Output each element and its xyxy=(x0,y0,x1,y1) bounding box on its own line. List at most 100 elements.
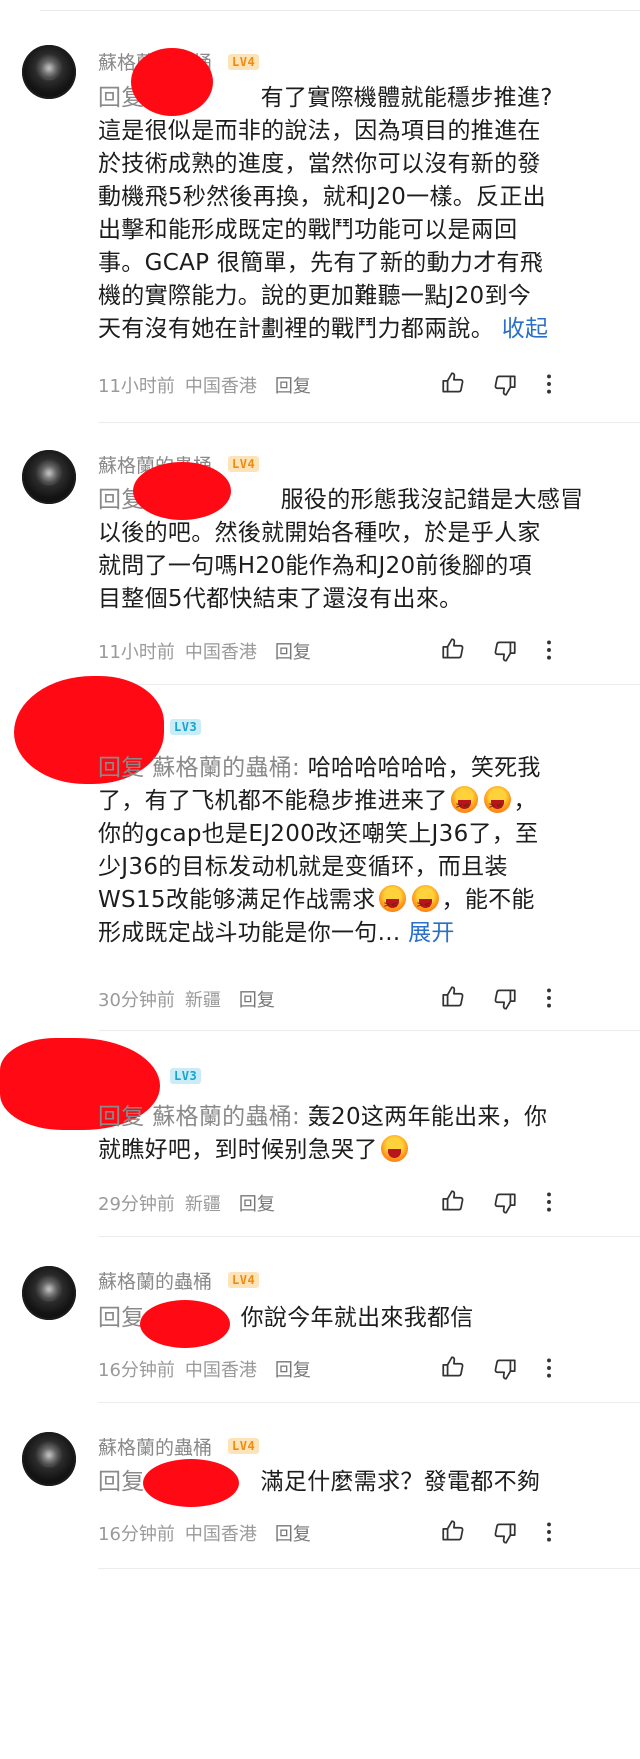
expand-link[interactable]: 展开 xyxy=(408,920,455,946)
laughing-emoji-icon xyxy=(411,885,439,921)
level-badge: LV4 xyxy=(228,456,260,472)
laughing-emoji-icon xyxy=(378,885,406,921)
comment-line: 了，有了飞机都不能稳步推进来了 xyxy=(98,788,448,814)
thumbs-down-icon[interactable] xyxy=(492,638,518,664)
timestamp: 30分钟前 xyxy=(98,990,175,1011)
comment-line: 出擊和能形成既定的戰鬥功能可以是兩回 xyxy=(98,217,518,243)
level-badge: LV4 xyxy=(228,1438,260,1454)
thumbs-up-icon[interactable] xyxy=(440,1354,466,1380)
comment-line: 你的gcap也是EJ200改还嘲笑上J36了，至 xyxy=(98,821,539,847)
comment-line: 就瞧好吧，到时候别急哭了 xyxy=(98,1137,378,1163)
level-badge: LV4 xyxy=(228,1272,260,1288)
timestamp: 29分钟前 xyxy=(98,1194,175,1215)
more-vertical-icon[interactable] xyxy=(536,1355,562,1381)
location: 中国香港 xyxy=(184,1360,257,1381)
comment-line: 有了實際機體就能穩步推進? xyxy=(260,85,553,111)
location: 新疆 xyxy=(184,1194,221,1215)
location: 新疆 xyxy=(184,990,221,1011)
location: 中国香港 xyxy=(184,1524,257,1545)
thumbs-up-icon[interactable] xyxy=(440,984,466,1010)
reply-button[interactable]: 回复 xyxy=(275,1524,311,1545)
divider xyxy=(98,684,640,685)
comment-meta: 29分钟前 新疆 回复 xyxy=(98,1190,275,1216)
comment-body: 回复 蘇格蘭的蟲桶: 轰20这两年能出来，你 就瞧好吧，到时候别急哭了 xyxy=(98,1101,618,1167)
thumbs-up-icon[interactable] xyxy=(440,1188,466,1214)
more-vertical-icon[interactable] xyxy=(536,985,562,1011)
thumbs-up-icon[interactable] xyxy=(440,636,466,662)
comment-line: 服役的形態我沒記錯是大感冒 xyxy=(280,487,584,513)
more-vertical-icon[interactable] xyxy=(536,637,562,663)
reply-button[interactable]: 回复 xyxy=(275,1360,311,1381)
thumbs-down-icon[interactable] xyxy=(492,1356,518,1382)
divider xyxy=(98,1402,640,1403)
reply-button[interactable]: 回复 xyxy=(239,1194,275,1215)
top-divider xyxy=(0,0,640,22)
level-badge: LV3 xyxy=(170,719,202,735)
comment-body: 回复 蘇格蘭的蟲桶: 哈哈哈哈哈哈，笑死我 了，有了飞机都不能稳步推进来了， 你… xyxy=(98,752,618,950)
collapse-link[interactable]: 收起 xyxy=(502,316,549,342)
reply-prefix: 回复 xyxy=(98,1305,145,1331)
thumbs-down-icon[interactable] xyxy=(492,372,518,398)
reply-button[interactable]: 回复 xyxy=(275,642,311,663)
thumbs-down-icon[interactable] xyxy=(492,986,518,1012)
comment-body: 回复 有了實際機體就能穩步推進? 這是很似是而非的說法，因為項目的推進在 於技術成… xyxy=(98,82,618,346)
avatar[interactable] xyxy=(22,1266,76,1320)
comment-line: WS15改能够满足作战需求 xyxy=(98,887,376,913)
level-badge: LV4 xyxy=(228,54,260,70)
comment-line: 就問了一句嗎H20能作為和J20前後腳的項 xyxy=(98,553,532,579)
comment-line: 哈哈哈哈哈哈，笑死我 xyxy=(307,755,541,781)
username[interactable]: 蘇格蘭的蟲桶 xyxy=(98,1433,212,1460)
comment-line: 你說今年就出來我都信 xyxy=(240,1305,474,1331)
reply-button[interactable]: 回复 xyxy=(275,376,311,397)
thumbs-up-icon[interactable] xyxy=(440,1518,466,1544)
laughing-emoji-icon xyxy=(483,786,511,822)
avatar[interactable] xyxy=(22,45,76,99)
comment-line: 事。GCAP 很簡單，先有了新的動力才有飛 xyxy=(98,250,544,276)
comment-line: 少J36的目标发动机就是变循环，而且装 xyxy=(98,854,508,880)
comment-line: ，能不能 xyxy=(441,887,535,913)
comment-line: 這是很似是而非的說法，因為項目的推進在 xyxy=(98,118,541,144)
comment-line: 滿足什麼需求？發電都不夠 xyxy=(260,1469,541,1495)
location: 中国香港 xyxy=(184,642,257,663)
crying-emoji-icon xyxy=(380,1135,408,1162)
timestamp: 16分钟前 xyxy=(98,1524,175,1545)
avatar[interactable] xyxy=(22,1432,76,1486)
reply-target[interactable]: 蘇格蘭的蟲桶: xyxy=(152,1104,300,1130)
timestamp: 11小时前 xyxy=(98,642,175,663)
reply-button[interactable]: 回复 xyxy=(239,990,275,1011)
redaction-mark xyxy=(143,1459,239,1507)
comment-meta: 30分钟前 新疆 回复 xyxy=(98,986,275,1012)
thumbs-up-icon[interactable] xyxy=(440,370,466,396)
laughing-emoji-icon xyxy=(450,786,478,822)
reply-prefix: 回复 xyxy=(98,1469,145,1495)
comment-meta: 11小时前 中国香港 回复 xyxy=(98,372,311,398)
comment-line: 機的實際能力。說的更加難聽一點J20到今 xyxy=(98,283,532,309)
thumbs-down-icon[interactable] xyxy=(492,1520,518,1546)
comment-line: 天有沒有她在計劃裡的戰鬥力都兩說。 xyxy=(98,316,495,342)
comment-line: 形成既定战斗功能是你一句... xyxy=(98,920,401,946)
reply-prefix: 回复 xyxy=(98,755,145,781)
more-vertical-icon[interactable] xyxy=(536,1189,562,1215)
timestamp: 16分钟前 xyxy=(98,1360,175,1381)
more-vertical-icon[interactable] xyxy=(536,371,562,397)
comment-meta: 16分钟前 中国香港 回复 xyxy=(98,1520,311,1546)
comment-meta: 16分钟前 中国香港 回复 xyxy=(98,1356,311,1382)
comment-line: 以後的吧。然後就開始各種吹，於是乎人家 xyxy=(98,520,541,546)
reply-prefix: 回复 xyxy=(98,1104,145,1130)
username[interactable]: 蘇格蘭的蟲桶 xyxy=(98,1267,212,1294)
comment-meta: 11小时前 中国香港 回复 xyxy=(98,638,311,664)
avatar[interactable] xyxy=(22,450,76,504)
redaction-mark xyxy=(133,462,231,520)
reply-target[interactable]: 蘇格蘭的蟲桶: xyxy=(152,755,300,781)
timestamp: 11小时前 xyxy=(98,376,175,397)
comment-line: 轰20这两年能出来，你 xyxy=(307,1104,548,1130)
comment-line: 目整個5代都快結束了還沒有出來。 xyxy=(98,586,463,612)
location: 中国香港 xyxy=(184,376,257,397)
redaction-mark xyxy=(131,48,213,116)
redaction-mark xyxy=(140,1300,230,1348)
more-vertical-icon[interactable] xyxy=(536,1519,562,1545)
level-badge: LV3 xyxy=(170,1068,202,1084)
divider xyxy=(98,1236,640,1237)
thumbs-down-icon[interactable] xyxy=(492,1190,518,1216)
divider xyxy=(98,1568,640,1569)
